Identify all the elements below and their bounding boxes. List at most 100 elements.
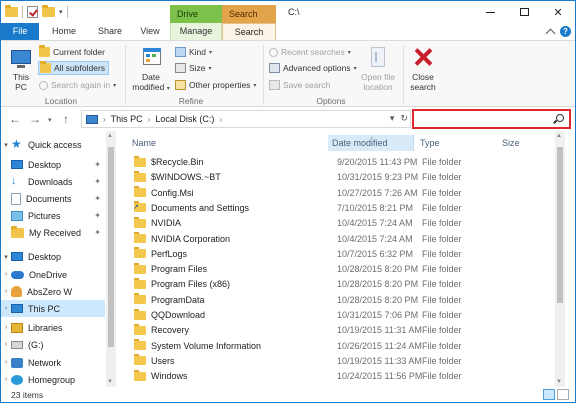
file-row[interactable]: $WINDOWS.~BT 10/31/2015 9:23 PM File folde…: [128, 170, 548, 185]
file-name-cell[interactable]: QQDownload: [134, 308, 205, 320]
file-name-cell[interactable]: Documents and Settings: [133, 201, 249, 213]
expand-chevron-icon[interactable]: ›: [1, 324, 11, 331]
file-name-cell[interactable]: Program Files (x86): [134, 277, 230, 289]
breadcrumb-separator-icon[interactable]: ›: [148, 115, 151, 124]
recent-locations-icon[interactable]: ▾: [48, 116, 52, 124]
nav-desktop[interactable]: ▾ Desktop: [1, 248, 105, 265]
file-row[interactable]: Config.Msi 10/27/2015 7:26 AM File folder: [128, 186, 548, 201]
scroll-down-icon[interactable]: ▼: [556, 379, 562, 385]
tab-home[interactable]: Home: [45, 23, 83, 40]
back-arrow-icon[interactable]: ←: [9, 112, 21, 126]
forward-arrow-icon[interactable]: →: [29, 112, 41, 126]
scroll-up-icon[interactable]: ▲: [107, 133, 113, 139]
file-name-cell[interactable]: Config.Msi: [134, 186, 194, 198]
expand-chevron-icon[interactable]: ▾: [1, 253, 11, 261]
file-row[interactable]: Documents and Settings 7/10/2015 8:21 PM F…: [128, 201, 548, 216]
file-name-cell[interactable]: $Recycle.Bin: [134, 155, 204, 167]
help-icon[interactable]: ?: [560, 26, 571, 37]
search-box[interactable]: [412, 109, 571, 129]
nav-homegroup[interactable]: › Homegroup: [1, 371, 105, 388]
kind-button[interactable]: Kind ▾: [175, 45, 212, 59]
nav-libraries[interactable]: › Libraries: [1, 319, 105, 336]
current-folder-button[interactable]: Current folder: [39, 45, 105, 59]
column-header-type[interactable]: Type: [416, 135, 496, 151]
file-name-cell[interactable]: PerfLogs: [134, 247, 187, 259]
file-name-cell[interactable]: Windows: [134, 369, 188, 381]
tab-share[interactable]: Share: [91, 23, 129, 40]
large-icons-view-icon[interactable]: [557, 389, 569, 400]
address-dropdown-icon[interactable]: ▾: [390, 113, 395, 124]
search-icon[interactable]: [556, 114, 564, 122]
expand-chevron-icon[interactable]: ›: [1, 341, 11, 348]
file-name-cell[interactable]: ProgramData: [134, 293, 205, 305]
scrollbar-thumb[interactable]: [557, 147, 563, 303]
nav-quick-access[interactable]: ▾ ★ Quick access: [1, 136, 105, 153]
file-name-cell[interactable]: NVIDIA Corporation: [134, 232, 230, 244]
nav-this-pc[interactable]: › This PC: [1, 300, 105, 317]
nav-g-drive[interactable]: › (G:): [1, 336, 105, 353]
breadcrumb-this-pc[interactable]: This PC: [111, 114, 143, 124]
file-row[interactable]: Users 10/19/2015 11:33 AM File folder: [128, 354, 548, 369]
close-window-button[interactable]: ✕: [543, 1, 573, 23]
details-view-icon[interactable]: [543, 389, 555, 400]
properties-icon[interactable]: [27, 6, 38, 18]
nav-downloads[interactable]: ↓ Downloads ✦: [1, 173, 105, 190]
breadcrumb-separator-icon[interactable]: ›: [219, 115, 222, 124]
breadcrumb-local-disk[interactable]: Local Disk (C:): [155, 114, 214, 124]
tab-search[interactable]: Search: [222, 23, 276, 40]
nav-desktop-pinned[interactable]: Desktop ✦: [1, 156, 105, 173]
file-name-cell[interactable]: System Volume Information: [134, 339, 261, 351]
size-button[interactable]: Size ▾: [175, 61, 212, 75]
customize-toolbar-dropdown-icon[interactable]: ▾: [59, 8, 63, 16]
collapse-ribbon-icon[interactable]: [545, 28, 556, 39]
up-arrow-icon[interactable]: ↑: [63, 112, 69, 126]
this-pc-button[interactable]: This PC: [7, 44, 35, 92]
tab-view[interactable]: View: [133, 23, 167, 40]
file-row[interactable]: NVIDIA 10/4/2015 7:24 AM File folder: [128, 216, 548, 231]
expand-chevron-icon[interactable]: ›: [1, 271, 11, 278]
other-properties-button[interactable]: Other properties ▾: [175, 78, 256, 92]
tab-file[interactable]: File: [1, 23, 39, 40]
file-row[interactable]: PerfLogs 10/7/2015 6:32 PM File folder: [128, 247, 548, 262]
expand-chevron-icon[interactable]: ›: [1, 305, 11, 312]
scroll-down-icon[interactable]: ▼: [107, 379, 113, 385]
scrollbar-thumb[interactable]: [108, 147, 114, 347]
file-name-cell[interactable]: NVIDIA: [134, 216, 181, 228]
expand-chevron-icon[interactable]: ▾: [1, 141, 11, 149]
file-row[interactable]: Program Files 10/28/2015 8:20 PM File fold…: [128, 262, 548, 277]
minimize-button[interactable]: [475, 1, 505, 23]
nav-onedrive[interactable]: › OneDrive: [1, 266, 105, 283]
expand-chevron-icon[interactable]: ›: [1, 376, 11, 383]
nav-documents[interactable]: Documents ✦: [1, 190, 105, 207]
column-header-size[interactable]: Size: [498, 135, 548, 151]
open-file-location-button[interactable]: Open file location: [357, 44, 399, 92]
file-row[interactable]: System Volume Information 10/26/2015 11:2…: [128, 339, 548, 354]
close-search-button[interactable]: Close search: [405, 44, 441, 92]
file-row[interactable]: Windows 10/24/2015 11:56 PM File folder: [128, 369, 548, 384]
all-subfolders-button[interactable]: All subfolders: [38, 61, 110, 75]
file-name-cell[interactable]: Users: [134, 354, 175, 366]
file-row[interactable]: Recovery 10/19/2015 11:31 AM File folder: [128, 323, 548, 338]
scroll-up-icon[interactable]: ▲: [556, 133, 562, 139]
maximize-button[interactable]: [509, 1, 539, 23]
file-list-scrollbar[interactable]: ▲ ▼: [555, 131, 565, 387]
file-name-cell[interactable]: Program Files: [134, 262, 207, 274]
nav-pictures[interactable]: Pictures ✦: [1, 207, 105, 224]
advanced-options-button[interactable]: Advanced options ▾: [269, 61, 357, 75]
expand-chevron-icon[interactable]: ›: [1, 288, 11, 295]
file-row[interactable]: Program Files (x86) 10/28/2015 8:20 PM Fil…: [128, 277, 548, 292]
breadcrumb-separator-icon[interactable]: ›: [103, 115, 106, 124]
file-name-cell[interactable]: Recovery: [134, 323, 189, 335]
file-row[interactable]: $Recycle.Bin 9/20/2015 11:43 PM File folde…: [128, 155, 548, 170]
file-name-cell[interactable]: $WINDOWS.~BT: [134, 170, 221, 182]
new-folder-icon[interactable]: [42, 5, 55, 17]
refresh-icon[interactable]: ↻: [400, 113, 408, 124]
nav-my-received[interactable]: My Received ✦: [1, 224, 105, 241]
nav-network[interactable]: › Network: [1, 354, 105, 371]
search-input[interactable]: [418, 112, 548, 126]
file-row[interactable]: ProgramData 10/28/2015 8:20 PM File folder: [128, 293, 548, 308]
file-row[interactable]: QQDownload 10/31/2015 7:06 PM File folder: [128, 308, 548, 323]
column-header-name[interactable]: Name: [128, 135, 328, 151]
date-modified-button[interactable]: Date modified ▾: [129, 44, 173, 94]
address-bar[interactable]: › This PC › Local Disk (C:) › ▾ ↻: [81, 110, 411, 128]
